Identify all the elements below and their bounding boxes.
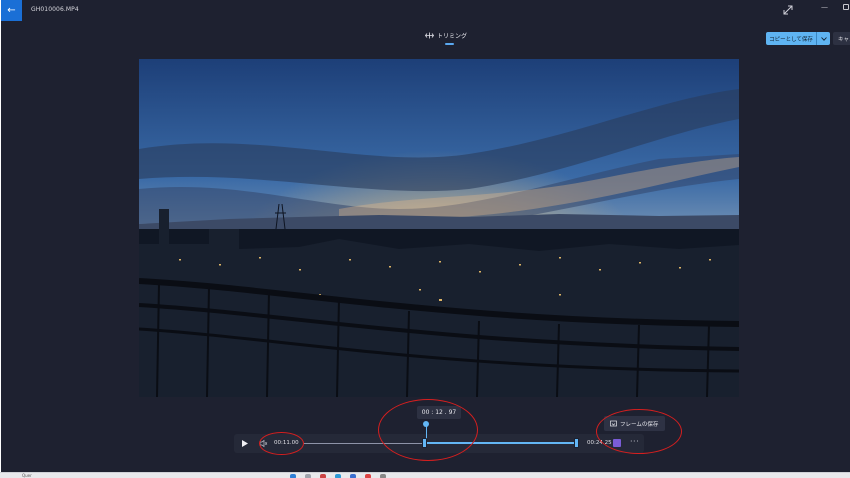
tab-trim[interactable]: トリミング xyxy=(425,31,467,40)
taskbar-app-icon[interactable] xyxy=(350,474,356,478)
play-icon[interactable] xyxy=(240,439,249,448)
taskbar-app-icon[interactable] xyxy=(335,474,341,478)
file-name-title: GH010006.MP4 xyxy=(31,6,79,13)
annotation-circle-playhead xyxy=(378,399,478,461)
save-as-copy-button[interactable]: コピーとして保存 xyxy=(766,32,816,45)
back-arrow-icon: ← xyxy=(7,5,16,16)
taskbar-app-icon[interactable] xyxy=(305,474,311,478)
photos-video-editor: ← GH010006.MP4 — トリミング コピーとして保存 キャン xyxy=(1,0,850,472)
active-tab-indicator xyxy=(445,43,454,45)
minimize-icon[interactable]: — xyxy=(821,3,828,11)
taskbar-icons xyxy=(290,474,386,478)
save-options-dropdown[interactable] xyxy=(816,32,830,45)
taskbar: Quer xyxy=(0,472,850,478)
trim-end-handle[interactable] xyxy=(574,438,579,448)
tab-trim-label: トリミング xyxy=(437,33,468,40)
annotation-circle-start-time xyxy=(259,432,304,455)
taskbar-app-icon[interactable] xyxy=(380,474,386,478)
chevron-down-icon xyxy=(820,36,827,41)
restore-icon[interactable] xyxy=(843,4,849,10)
video-preview xyxy=(139,59,739,397)
cancel-button[interactable]: キャン xyxy=(833,32,850,45)
taskbar-label: Quer xyxy=(22,473,32,478)
taskbar-app-icon[interactable] xyxy=(320,474,326,478)
taskbar-app-icon[interactable] xyxy=(365,474,371,478)
title-bar: ← GH010006.MP4 — xyxy=(1,0,850,22)
back-button[interactable]: ← xyxy=(1,0,22,21)
expand-icon[interactable] xyxy=(783,5,793,15)
annotation-circle-frame-save xyxy=(596,409,682,454)
trim-icon xyxy=(425,32,434,39)
taskbar-app-icon[interactable] xyxy=(290,474,296,478)
